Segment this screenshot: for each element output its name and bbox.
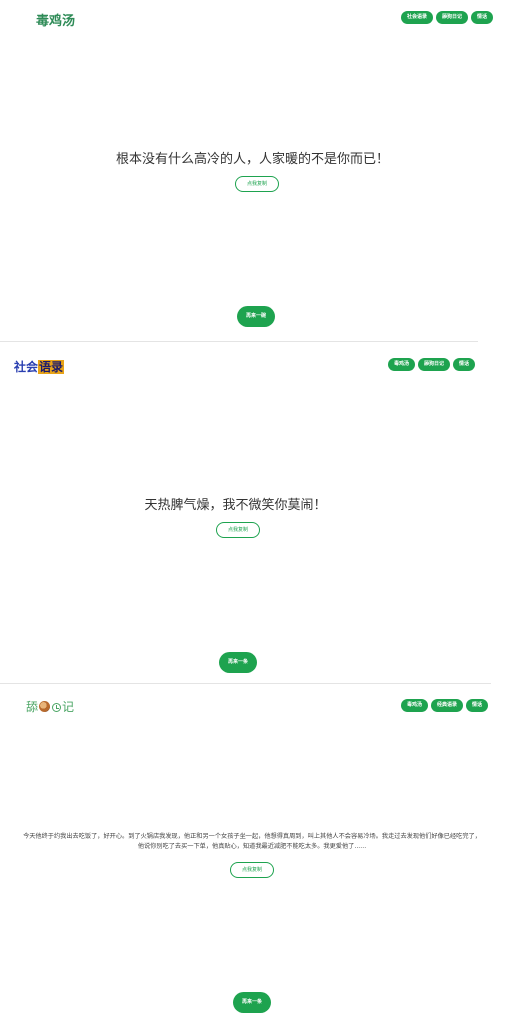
next-button[interactable]: 再来一条 [233,992,271,1013]
logo-part-ji: 记 [62,700,75,714]
nav-item-qinghua[interactable]: 情话 [453,358,476,371]
quote-text: 今天他终于约我出去吃饭了，好开心。到了火锅店我发现，他正和另一个女孩子坐一起，他… [23,833,481,850]
clock-icon [52,703,62,712]
nav-item-qinghua[interactable]: 情话 [466,699,489,712]
logo-dujitang[interactable]: 毒鸡汤 [36,10,75,29]
quote-text: 根本没有什么高冷的人，人家暖的不是你而已！ [115,152,389,167]
top-nav: 毒鸡汤 经典语录 情话 [401,699,489,712]
logo-tiangou-riji[interactable]: 舔记 [26,698,74,715]
logo-shehui-yulu[interactable]: 社会语录 [14,358,65,375]
nav-item-qinghua[interactable]: 情话 [471,11,494,24]
next-button[interactable]: 再来一条 [219,652,257,673]
next-button[interactable]: 再来一碗 [237,306,275,327]
panel-tiangou-riji: 舔记 毒鸡汤 经典语录 情话 今天他终于约我出去吃饭了，好开心。到了火锅店我发现… [0,684,505,1024]
quote-text: 天热脾气燥，我不微笑你莫闹！ [144,498,327,513]
nav-item-tiangou-riji[interactable]: 舔狗日记 [418,358,451,371]
copy-button[interactable]: 点我复制 [230,862,274,878]
copy-button[interactable]: 点我复制 [216,522,260,538]
logo-text: 毒鸡汤 [36,14,76,29]
logo-part-shehui: 社会 [14,360,39,374]
panel-dujitang: 毒鸡汤 社会语录 舔狗日记 情话 根本没有什么高冷的人，人家暖的不是你而已！ 点… [0,0,505,341]
nav-item-jingdian-yulu[interactable]: 经典语录 [431,699,464,712]
logo-part-yulu: 语录 [38,360,65,374]
copy-button[interactable]: 点我复制 [235,176,279,192]
dog-face-icon [39,701,51,712]
logo-part-tian: 舔 [26,700,39,714]
nav-item-tiangou-riji[interactable]: 舔狗日记 [436,11,469,24]
top-nav: 毒鸡汤 舔狗日记 情话 [388,358,476,371]
panel-shehui-yulu: 社会语录 毒鸡汤 舔狗日记 情话 天热脾气燥，我不微笑你莫闹！ 点我复制 再来一… [0,342,505,682]
top-nav: 社会语录 舔狗日记 情话 [401,11,494,24]
nav-item-shehui-yulu[interactable]: 社会语录 [401,11,434,24]
nav-item-dujitang[interactable]: 毒鸡汤 [388,358,416,371]
nav-item-dujitang[interactable]: 毒鸡汤 [401,699,429,712]
